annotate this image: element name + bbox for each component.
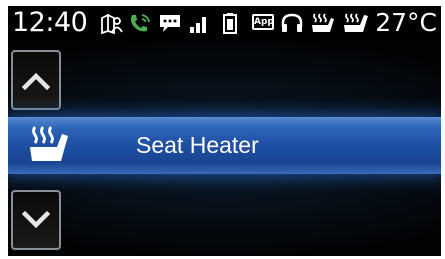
chevron-down-icon [21, 210, 51, 229]
headphones-icon [281, 13, 303, 32]
infotainment-screen: 12:40 App 27°C Seat Heater [8, 6, 441, 256]
app-icon: App [252, 14, 274, 30]
menu-item-label: Seat Heater [136, 132, 259, 158]
menu-item-seat-heater[interactable]: Seat Heater [8, 117, 441, 174]
menu-area: Seat Heater [8, 40, 441, 256]
status-bar: 12:40 App 27°C [8, 6, 441, 40]
outside-temperature: 27°C [375, 8, 437, 37]
phonebook-icon [101, 13, 123, 34]
clock: 12:40 [12, 7, 88, 38]
scroll-down-button[interactable] [11, 190, 61, 250]
message-icon [160, 15, 180, 32]
scroll-up-button[interactable] [11, 50, 61, 110]
chevron-up-icon [21, 72, 51, 90]
seat-heater-alt-icon [344, 13, 368, 32]
seat-heater-icon [30, 126, 68, 161]
signal-bars-icon [190, 17, 206, 33]
battery-icon [223, 13, 237, 34]
phone-call-icon [131, 14, 150, 32]
seat-heater-icon [312, 13, 334, 32]
